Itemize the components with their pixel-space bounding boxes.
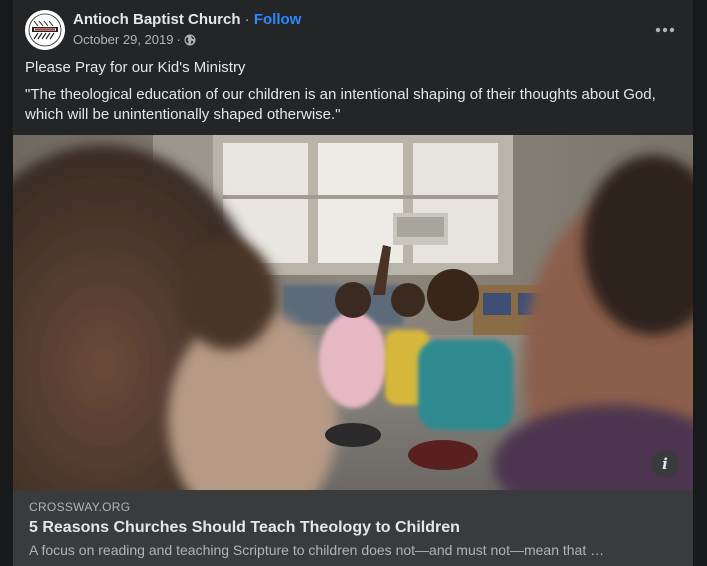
post-message: Please Pray for our Kid's Ministry "The … bbox=[25, 58, 681, 132]
more-options-button[interactable] bbox=[649, 14, 681, 46]
page-name-link[interactable]: Antioch Baptist Church bbox=[73, 11, 241, 28]
name-separator: · bbox=[240, 11, 254, 28]
post-text-quote: "The theological education of our childr… bbox=[25, 86, 656, 123]
post-header: Antioch Baptist Church · Follow October … bbox=[25, 10, 681, 50]
meta-separator: · bbox=[176, 32, 181, 47]
page-name-row: Antioch Baptist Church · Follow bbox=[73, 11, 301, 28]
post-meta: October 29, 2019 · bbox=[73, 32, 196, 47]
post-date[interactable]: October 29, 2019 bbox=[73, 32, 173, 47]
classroom-photo bbox=[13, 135, 693, 490]
post-text-line-1: Please Pray for our Kid's Ministry bbox=[25, 59, 246, 76]
info-button[interactable]: i bbox=[651, 450, 679, 478]
church-logo-icon bbox=[25, 10, 65, 50]
link-domain: CROSSWAY.ORG bbox=[29, 500, 131, 514]
post-card: Antioch Baptist Church · Follow October … bbox=[13, 0, 693, 566]
more-options-icon bbox=[655, 27, 675, 33]
link-preview-bar[interactable]: CROSSWAY.ORG 5 Reasons Churches Should T… bbox=[13, 490, 693, 566]
globe-icon[interactable] bbox=[184, 34, 196, 46]
info-icon: i bbox=[662, 455, 668, 473]
link-description: A focus on reading and teaching Scriptur… bbox=[29, 542, 605, 558]
link-preview-image[interactable]: i bbox=[13, 135, 693, 490]
follow-button[interactable]: Follow bbox=[254, 11, 302, 28]
page-avatar[interactable] bbox=[25, 10, 65, 50]
link-title[interactable]: 5 Reasons Churches Should Teach Theology… bbox=[29, 519, 460, 537]
